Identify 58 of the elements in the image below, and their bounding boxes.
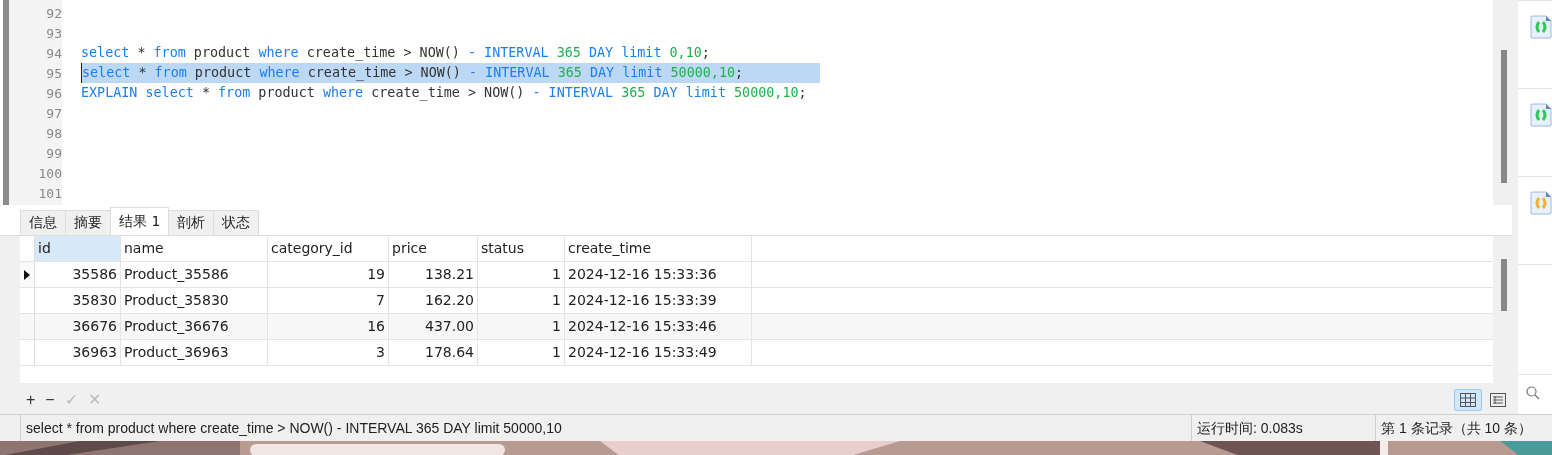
snippet-file-icon[interactable] (1530, 103, 1552, 127)
line-number: 93 (45, 25, 62, 41)
table-cell: Product_35586 (121, 262, 268, 287)
table-cell: 2024-12-16 15:33:46 (565, 314, 752, 339)
line-number: 95 (45, 65, 62, 81)
list-icon (1490, 392, 1506, 407)
result-tab[interactable]: 剖析 (168, 210, 215, 235)
table-cell: 2024-12-16 15:33:36 (565, 262, 752, 287)
line-number: 97 (45, 105, 62, 121)
column-header[interactable]: name (121, 236, 268, 261)
grid-view-button[interactable] (1454, 388, 1482, 411)
current-row-icon (24, 269, 30, 280)
code-line: select * from product where create_time > NOW() - INTERVAL 365 DAY limit 0,10; (81, 44, 710, 63)
table-cell: 36963 (35, 340, 121, 365)
line-number: 92 (45, 5, 62, 21)
search-icon[interactable] (1526, 386, 1540, 400)
line-number: 98 (45, 125, 62, 141)
table-cell: 437.00 (389, 314, 478, 339)
table-cell: 2024-12-16 15:33:49 (565, 340, 752, 365)
table-cell: 162.20 (389, 288, 478, 313)
scrollbar-thumb[interactable] (1501, 259, 1507, 311)
grid-icon (1460, 392, 1476, 407)
column-header[interactable]: status (478, 236, 565, 261)
table-cell: 19 (268, 262, 389, 287)
table-cell: 16 (268, 314, 389, 339)
table-cell: 178.64 (389, 340, 478, 365)
line-number: 100 (37, 165, 62, 181)
table-cell: 1 (478, 314, 565, 339)
toolbar-button[interactable]: − (41, 390, 59, 409)
scrollbar-thumb[interactable] (1501, 50, 1507, 183)
table-cell: 138.21 (389, 262, 478, 287)
table-cell: 1 (478, 340, 565, 365)
column-header[interactable]: create_time (565, 236, 752, 261)
table-cell: Product_36676 (121, 314, 268, 339)
table-cell: 35586 (35, 262, 121, 287)
snippet-file-icon[interactable] (1530, 191, 1552, 215)
table-cell: 36676 (35, 314, 121, 339)
table-cell: 1 (478, 288, 565, 313)
code-line: EXPLAIN select * from product where create_time > NOW() - INTERVAL 365 DAY limit 50000,10; (81, 84, 807, 103)
table-cell: Product_36963 (121, 340, 268, 365)
table-cell: 35830 (35, 288, 121, 313)
table-cell: 3 (268, 340, 389, 365)
table-cell: 7 (268, 288, 389, 313)
table-cell: 2024-12-16 15:33:39 (565, 288, 752, 313)
line-number: 99 (45, 145, 62, 161)
column-header[interactable]: id (35, 236, 121, 261)
column-header[interactable]: price (389, 236, 478, 261)
snippet-file-icon[interactable] (1530, 15, 1552, 39)
column-header[interactable]: category_id (268, 236, 389, 261)
line-number: 101 (37, 185, 62, 201)
result-tab[interactable]: 摘要 (65, 210, 111, 235)
line-number: 94 (45, 45, 62, 61)
toolbar-button[interactable]: + (22, 390, 40, 409)
table-cell: 1 (478, 262, 565, 287)
table-cell: Product_35830 (121, 288, 268, 313)
result-tab[interactable]: 信息 (20, 210, 66, 235)
result-tab[interactable]: 状态 (213, 210, 260, 235)
line-number: 96 (45, 85, 62, 101)
